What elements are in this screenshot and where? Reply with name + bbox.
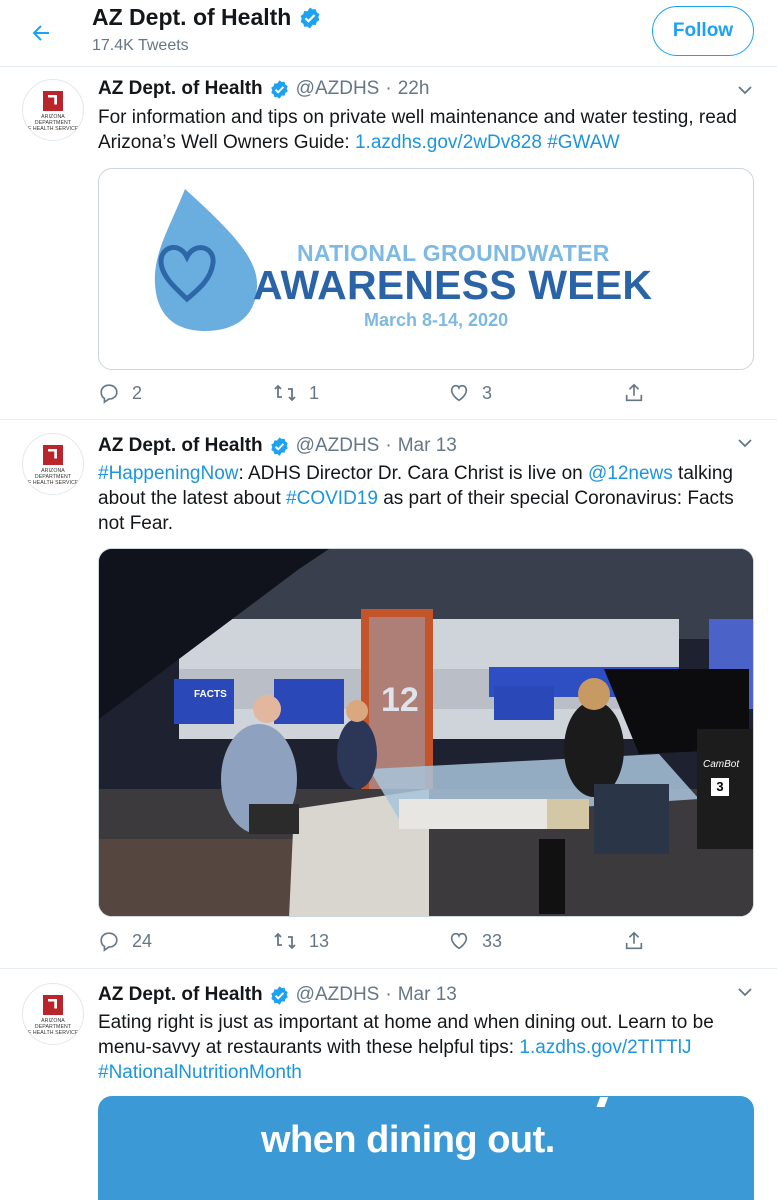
tweet[interactable]: ARIZONA DEPARTMENT OF HEALTH SERVICES AZ …	[0, 67, 777, 420]
tweet-header: AZ Dept. of Health @AZDHS · Mar 13	[98, 984, 457, 1006]
tweet-menu-button[interactable]	[734, 432, 756, 454]
card-accent-mark	[596, 1097, 610, 1107]
share-icon	[625, 383, 643, 402]
reply-icon	[100, 932, 118, 952]
hashtag-link[interactable]: #HappeningNow	[98, 463, 239, 484]
like-count: 33	[482, 930, 503, 951]
retweet-count: 13	[309, 930, 330, 951]
chevron-down-icon	[738, 988, 752, 997]
tweet-timestamp[interactable]: 22h	[398, 78, 430, 100]
author-name[interactable]: AZ Dept. of Health	[98, 984, 263, 1006]
tweet-image-card[interactable]: when dining out.	[98, 1096, 754, 1200]
reply-count: 2	[132, 382, 143, 403]
news-studio-photo	[99, 549, 753, 916]
avatar[interactable]: ARIZONA DEPARTMENT OF HEALTH SERVICES	[22, 433, 84, 495]
retweet-icon	[274, 384, 296, 402]
camera-number-label: 3	[711, 778, 729, 796]
card-line-3: March 8-14, 2020	[364, 310, 509, 330]
reply-count: 24	[132, 930, 153, 951]
retweet-icon	[274, 932, 296, 950]
share-icon	[625, 931, 643, 950]
verified-badge-icon	[270, 436, 288, 456]
separator-dot: ·	[385, 78, 392, 99]
retweet-count: 1	[309, 382, 320, 403]
retweet-button[interactable]: 1	[273, 382, 319, 404]
verified-badge-icon	[270, 985, 288, 1005]
avatar[interactable]: ARIZONA DEPARTMENT OF HEALTH SERVICES	[22, 79, 84, 141]
tweet-text: Eating right is just as important at hom…	[98, 1012, 714, 1083]
adhs-logo-icon	[43, 444, 63, 465]
adhs-logo-icon	[43, 994, 63, 1015]
tweet-photo[interactable]: FACTS 12 CamBot 3	[98, 548, 754, 917]
tweet-image-card[interactable]: NATIONAL GROUNDWATER AWARENESS WEEK Marc…	[98, 168, 754, 370]
camera-brand-label: CamBot	[703, 759, 740, 770]
tweet-link[interactable]: 1.azdhs.gov/2wDv828	[355, 132, 542, 153]
verified-badge-icon	[270, 79, 288, 99]
share-button[interactable]	[623, 382, 645, 404]
like-icon	[450, 384, 468, 402]
tweet-menu-button[interactable]	[734, 981, 756, 1003]
studio-screen-label: FACTS	[194, 689, 227, 700]
card-headline: when dining out.	[261, 1119, 555, 1161]
avatar-logo-text: ARIZONA DEPARTMENT OF HEALTH SERVICES	[23, 113, 83, 132]
tweet-header: AZ Dept. of Health @AZDHS · Mar 13	[98, 435, 457, 457]
author-handle[interactable]: @AZDHS	[296, 435, 380, 457]
reply-button[interactable]: 2	[98, 382, 142, 404]
separator-dot: ·	[385, 435, 392, 456]
chevron-down-icon	[738, 86, 752, 95]
avatar-logo-text: ARIZONA DEPARTMENT OF HEALTH SERVICES	[23, 467, 83, 486]
card-line-2: AWARENESS WEEK	[253, 262, 653, 308]
avatar-logo-text: ARIZONA DEPARTMENT OF HEALTH SERVICES	[23, 1017, 83, 1036]
tweet-text: #HappeningNow: ADHS Director Dr. Cara Ch…	[98, 463, 734, 534]
separator-dot: ·	[385, 984, 392, 1005]
share-button[interactable]	[623, 930, 645, 952]
studio-desk-number: 12	[381, 681, 419, 719]
reply-button[interactable]: 24	[98, 930, 152, 952]
mention-link[interactable]: @12news	[588, 463, 673, 484]
profile-name: AZ Dept. of Health	[92, 4, 322, 31]
tweet-actions: 24 13 33	[98, 930, 658, 960]
author-name[interactable]: AZ Dept. of Health	[98, 78, 263, 100]
author-handle[interactable]: @AZDHS	[296, 78, 380, 100]
tweet-text: For information and tips on private well…	[98, 107, 737, 153]
avatar[interactable]: ARIZONA DEPARTMENT OF HEALTH SERVICES	[22, 983, 84, 1045]
like-count: 3	[482, 382, 493, 403]
like-icon	[450, 932, 468, 950]
author-handle[interactable]: @AZDHS	[296, 984, 380, 1006]
chevron-down-icon	[738, 439, 752, 448]
verified-badge-icon	[300, 7, 320, 28]
tweet-header: AZ Dept. of Health @AZDHS · 22h	[98, 78, 429, 100]
tweet-timestamp[interactable]: Mar 13	[398, 435, 457, 457]
profile-header: AZ Dept. of Health 17.4K Tweets Follow	[0, 0, 777, 67]
hashtag-link[interactable]: #COVID19	[286, 488, 378, 509]
tweet-timestamp[interactable]: Mar 13	[398, 984, 457, 1006]
tweet-menu-button[interactable]	[734, 79, 756, 101]
hashtag-link[interactable]: #NationalNutritionMonth	[98, 1062, 302, 1083]
like-button[interactable]: 3	[448, 382, 492, 404]
tweet-count: 17.4K Tweets	[92, 37, 189, 54]
retweet-button[interactable]: 13	[273, 930, 329, 952]
tweet-actions: 2 1 3	[98, 382, 658, 412]
follow-button[interactable]: Follow	[652, 6, 754, 56]
tweet[interactable]: ARIZONA DEPARTMENT OF HEALTH SERVICES AZ …	[0, 969, 777, 1200]
back-arrow-icon	[32, 25, 49, 41]
tweet[interactable]: ARIZONA DEPARTMENT OF HEALTH SERVICES AZ …	[0, 420, 777, 969]
profile-name-text: AZ Dept. of Health	[92, 4, 292, 30]
author-name[interactable]: AZ Dept. of Health	[98, 435, 263, 457]
back-button[interactable]	[22, 14, 60, 52]
like-button[interactable]: 33	[448, 930, 502, 952]
adhs-logo-icon	[43, 90, 63, 111]
hashtag-link[interactable]: #GWAW	[547, 132, 619, 153]
tweet-link[interactable]: 1.azdhs.gov/2TITTlJ	[519, 1037, 691, 1058]
reply-icon	[100, 384, 118, 404]
